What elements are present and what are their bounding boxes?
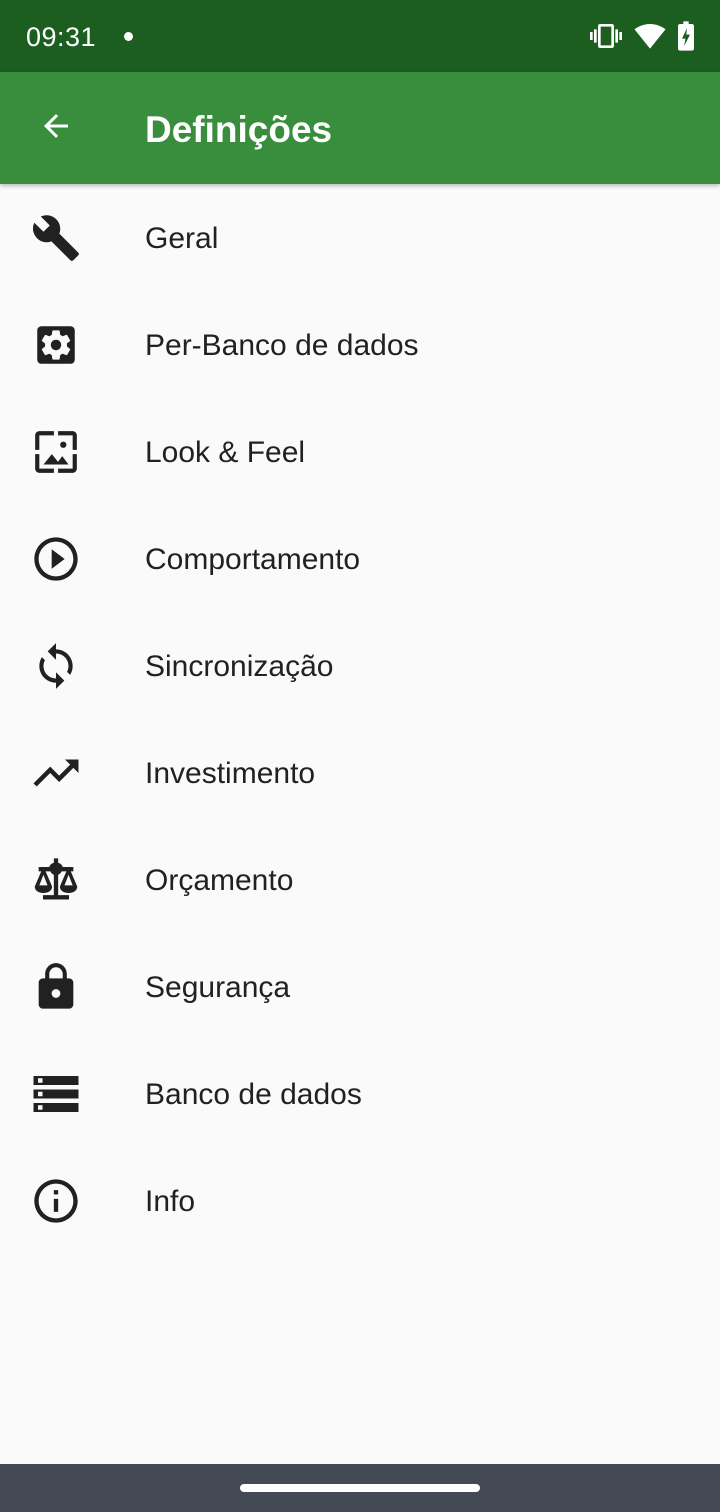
wifi-icon — [633, 20, 667, 57]
battery-charging-icon — [674, 20, 698, 57]
notification-dot-icon — [124, 32, 133, 41]
settings-item-look-and-feel[interactable]: Look & Feel — [0, 398, 720, 505]
wrench-icon — [28, 213, 84, 263]
info-icon — [28, 1176, 84, 1226]
settings-item-investimento[interactable]: Investimento — [0, 719, 720, 826]
wallpaper-icon — [28, 427, 84, 477]
settings-item-geral[interactable]: Geral — [0, 184, 720, 291]
settings-item-comportamento[interactable]: Comportamento — [0, 505, 720, 612]
settings-item-banco-de-dados[interactable]: Banco de dados — [0, 1040, 720, 1147]
page-title: Definições — [145, 109, 333, 150]
trending-up-icon — [28, 748, 84, 798]
arrow-back-icon — [38, 108, 74, 149]
balance-scale-icon — [28, 855, 84, 905]
settings-item-label: Per-Banco de dados — [145, 329, 419, 362]
status-time: 09:31 — [26, 22, 97, 52]
settings-item-label: Geral — [145, 222, 219, 255]
settings-item-label: Look & Feel — [145, 436, 306, 469]
settings-item-orcamento[interactable]: Orçamento — [0, 826, 720, 933]
settings-item-label: Comportamento — [145, 543, 361, 576]
settings-item-label: Segurança — [145, 971, 291, 1004]
settings-item-per-banco-de-dados[interactable]: Per-Banco de dados — [0, 291, 720, 398]
gear-icon — [28, 320, 84, 370]
back-button[interactable] — [24, 96, 88, 160]
settings-item-label: Sincronização — [145, 650, 334, 683]
settings-item-label: Banco de dados — [145, 1078, 362, 1111]
lock-icon — [28, 962, 84, 1012]
play-circle-icon — [28, 534, 84, 584]
home-gesture-handle[interactable] — [240, 1484, 480, 1492]
settings-item-label: Info — [145, 1185, 196, 1218]
navigation-bar — [0, 1464, 720, 1512]
app-bar: Definições — [0, 72, 720, 184]
settings-item-sincronizacao[interactable]: Sincronização — [0, 612, 720, 719]
settings-item-info[interactable]: Info — [0, 1147, 720, 1254]
settings-item-label: Investimento — [145, 757, 316, 790]
status-bar: 09:31 — [0, 0, 720, 72]
sync-icon — [28, 641, 84, 691]
settings-item-label: Orçamento — [145, 864, 294, 897]
storage-icon — [28, 1069, 84, 1119]
settings-list: Geral Per-Banco de dados Look & Feel Com… — [0, 184, 720, 1254]
vibrate-icon — [590, 20, 622, 57]
settings-item-seguranca[interactable]: Segurança — [0, 933, 720, 1040]
